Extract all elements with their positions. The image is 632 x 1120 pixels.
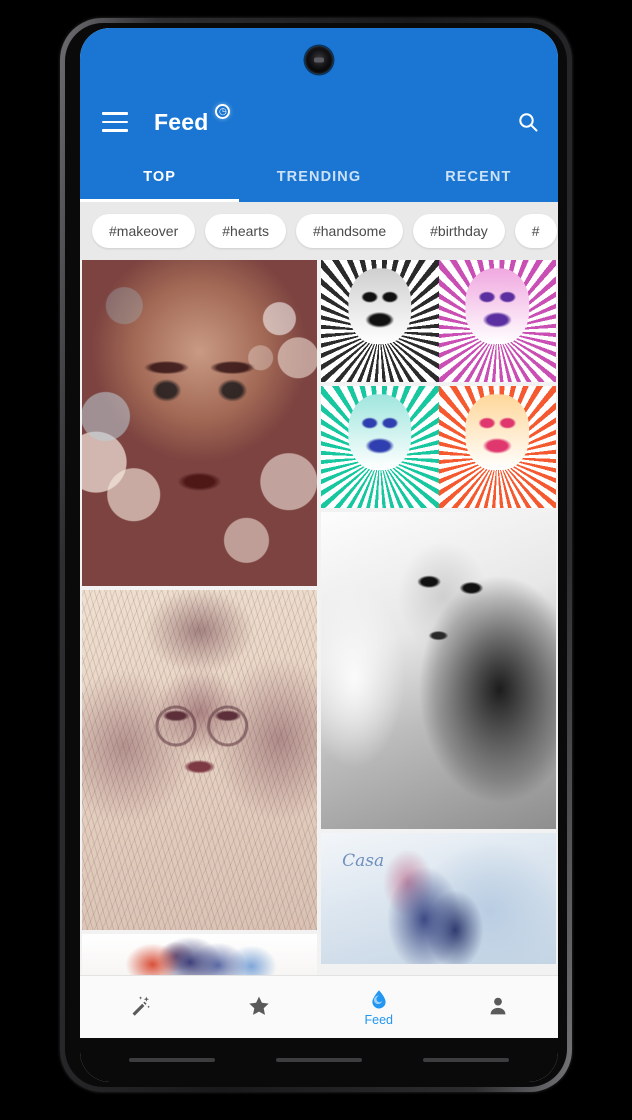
popart-quad-tile-2[interactable] — [321, 386, 556, 508]
blackwhite-portrait-image — [321, 512, 556, 829]
chip-handsome[interactable]: #handsome — [295, 214, 404, 248]
system-nav-indicator-back[interactable] — [128, 1058, 215, 1062]
system-navigation-bar[interactable] — [80, 1038, 558, 1082]
feed-column-right: Casa — [321, 260, 556, 983]
phone-screen: Feed ◷ TOP TRENDING RECENT #makeover #he… — [80, 28, 558, 1082]
tab-recent[interactable]: RECENT — [399, 152, 558, 202]
feed-grid[interactable]: Casa — [80, 260, 558, 983]
tab-trending[interactable]: TRENDING — [239, 152, 398, 202]
nav-label-feed: Feed — [364, 1012, 394, 1027]
magic-wand-icon — [132, 995, 150, 1016]
search-icon[interactable] — [516, 110, 540, 134]
watercolor-camera-girl-image: Casa — [321, 833, 556, 964]
artwork-signature: Casa — [342, 851, 385, 872]
popart-quad-image-1 — [321, 260, 556, 382]
chip-makeover[interactable]: #makeover — [92, 214, 196, 248]
person-icon — [490, 997, 506, 1014]
tab-top[interactable]: TOP — [80, 152, 240, 202]
front-camera-icon — [305, 46, 333, 74]
hashtag-chips-bar[interactable]: #makeover #hearts #handsome #birthday # — [80, 202, 558, 260]
tab-bar: TOP TRENDING RECENT — [80, 152, 558, 202]
nav-item-feed[interactable]: Feed — [319, 976, 439, 1038]
chip-partial[interactable]: # — [514, 214, 557, 248]
popart-quad-image-2 — [321, 386, 556, 508]
nav-item-favorites[interactable] — [200, 976, 320, 1038]
chip-birthday[interactable]: #birthday — [413, 214, 505, 248]
nav-item-effects[interactable] — [80, 976, 200, 1038]
nav-item-profile[interactable] — [439, 976, 559, 1038]
star-icon — [249, 996, 269, 1015]
sepia-sketch-portrait-tile[interactable] — [82, 590, 317, 930]
blackwhite-portrait-tile[interactable] — [321, 512, 556, 829]
chip-hearts[interactable]: #hearts — [205, 214, 286, 248]
system-nav-indicator-recents[interactable] — [423, 1058, 510, 1062]
popart-cell-pink — [438, 260, 556, 382]
screenshot-stage: Feed ◷ TOP TRENDING RECENT #makeover #he… — [0, 0, 632, 1120]
app-bar: Feed ◷ — [80, 92, 558, 152]
page-title: Feed — [154, 108, 209, 135]
system-nav-indicator-home[interactable] — [275, 1058, 362, 1062]
bottom-navigation-bar: Feed — [80, 975, 558, 1038]
feed-column-left — [82, 260, 317, 983]
bokeh-portrait-tile[interactable] — [82, 260, 317, 586]
popart-cell-orange — [438, 386, 556, 508]
watercolor-camera-girl-tile[interactable]: Casa — [321, 833, 556, 964]
clock-badge-icon: ◷ — [215, 104, 231, 119]
hamburger-menu-icon[interactable] — [102, 112, 128, 132]
bokeh-portrait-image — [82, 260, 317, 586]
sepia-sketch-portrait-image — [82, 590, 317, 930]
status-bar — [80, 28, 558, 92]
water-drop-icon — [372, 989, 386, 1008]
popart-cell-bw — [321, 260, 439, 382]
popart-cell-teal — [321, 386, 439, 508]
popart-quad-tile-1[interactable] — [321, 260, 556, 382]
